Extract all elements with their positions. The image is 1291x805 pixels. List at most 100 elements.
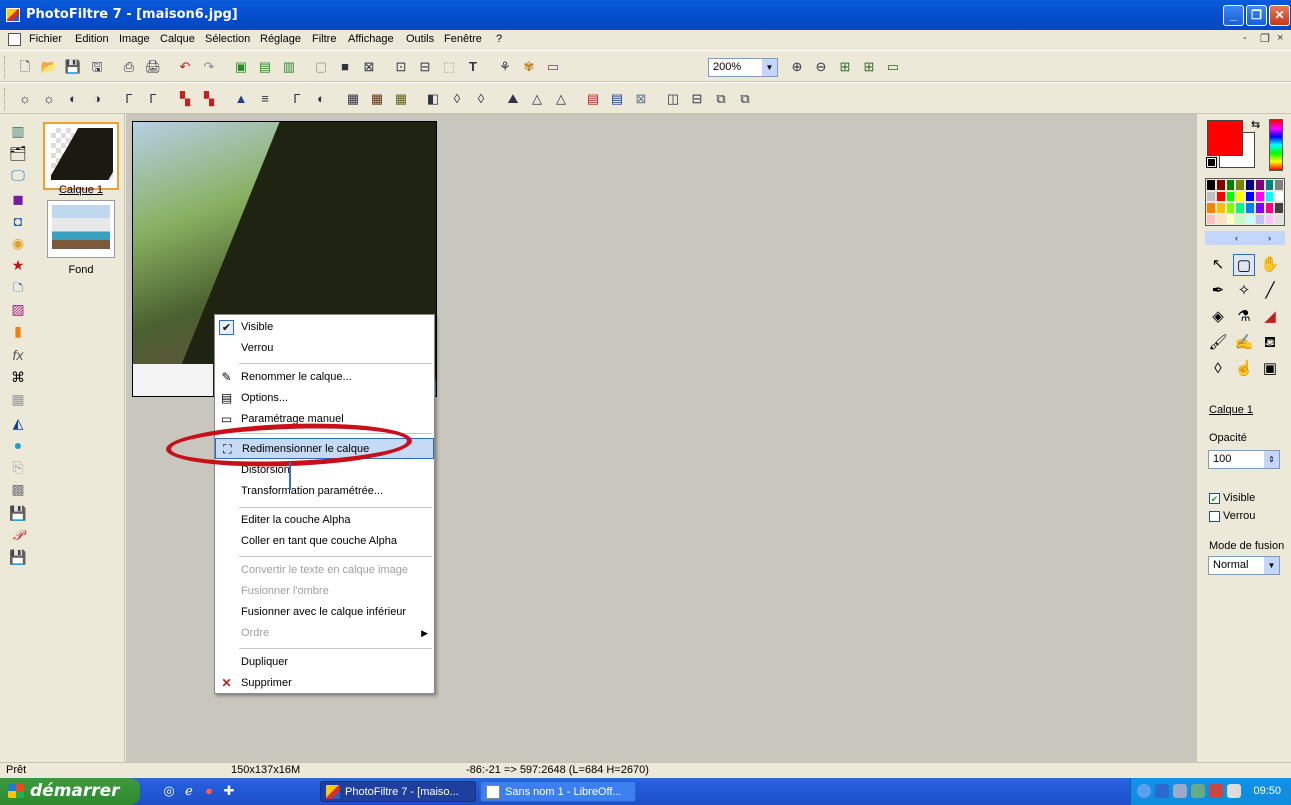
eyedropper-tool-icon[interactable]: ✒ <box>1207 280 1229 302</box>
document-icon[interactable] <box>8 33 21 46</box>
ie-icon[interactable]: ℯ <box>180 782 198 800</box>
menu-outils[interactable]: Outils <box>406 33 434 45</box>
triangle-2-icon[interactable]: △ <box>552 90 570 108</box>
menu-item-options[interactable]: ▤ Options... <box>215 388 434 409</box>
blur-icon[interactable]: ◧ <box>424 90 442 108</box>
lock-checkbox[interactable] <box>1209 511 1220 522</box>
pointer-tool-icon[interactable]: ↖ <box>1207 254 1229 276</box>
blur-tool-icon[interactable]: ◊ <box>1207 358 1229 380</box>
color-spectrum[interactable] <box>1269 119 1283 171</box>
menu-item-merge-down[interactable]: Fusionner avec le calque inférieur <box>215 602 434 623</box>
menu-item-visible[interactable]: ✔ Visible <box>215 317 434 338</box>
save-as-icon[interactable]: 🖫 <box>88 58 106 76</box>
chevron-down-icon[interactable]: ▼ <box>1264 557 1279 574</box>
menu-item-manual-settings[interactable]: ▭ Paramétrage manuel <box>215 409 434 430</box>
default-colors-icon[interactable] <box>1206 157 1217 168</box>
opacity-input[interactable]: 100 ⇕ <box>1208 450 1280 469</box>
monitor-icon[interactable]: 🖵 <box>9 166 27 184</box>
layer-thumbnail-calque1[interactable] <box>43 122 119 190</box>
open-file-icon[interactable]: 📂 <box>40 58 58 76</box>
contrast-down-icon[interactable]: ◐ <box>64 90 82 108</box>
actual-size-icon[interactable]: ⊞ <box>836 58 854 76</box>
palette-scroll[interactable]: ‹› <box>1205 231 1285 245</box>
menu-item-verrou[interactable]: Verrou <box>215 338 434 359</box>
layer-thumbnail-fond[interactable] <box>47 200 115 258</box>
save-html-icon[interactable]: 💾 <box>9 548 27 566</box>
paint-icon[interactable]: ✾ <box>520 58 538 76</box>
layer-label-calque1[interactable]: Calque 1 <box>37 184 125 196</box>
eraser-tool-icon[interactable]: ◢ <box>1259 306 1281 328</box>
image-size-icon[interactable]: ■ <box>336 58 354 76</box>
brush-tool-icon[interactable]: 🖌 <box>1207 332 1229 354</box>
rotate-icon[interactable]: ◫ <box>664 90 682 108</box>
paste-new-icon[interactable]: ▥ <box>280 58 298 76</box>
menu-edition[interactable]: Edition <box>75 33 109 45</box>
text-icon[interactable]: T <box>464 58 482 76</box>
mdi-close-button[interactable]: × <box>1277 32 1283 44</box>
star-icon[interactable]: ★ <box>9 256 27 274</box>
vignette-icon[interactable]: ◼ <box>9 190 27 208</box>
flip-vertical-icon[interactable]: ▤ <box>608 90 626 108</box>
pattern-icon[interactable]: ⌘ <box>9 368 27 386</box>
save-icon[interactable]: 💾 <box>64 58 82 76</box>
saturation-up-icon[interactable]: ▚ <box>200 90 218 108</box>
messenger-icon[interactable]: ✚ <box>220 782 238 800</box>
restore-button[interactable]: ❐ <box>1246 5 1267 26</box>
menu-item-resize-layer[interactable]: ⛶ Redimensionner le calque <box>215 438 434 459</box>
select-all-icon[interactable]: ⊡ <box>392 58 410 76</box>
menu-image[interactable]: Image <box>119 33 150 45</box>
mdi-restore-button[interactable]: ❐ <box>1260 32 1270 45</box>
close-button[interactable]: ✕ <box>1269 5 1290 26</box>
sphere-icon[interactable]: ● <box>9 436 27 454</box>
flip-horizontal-icon[interactable]: ▤ <box>584 90 602 108</box>
menu-item-param-transform[interactable]: Transformation paramétrée... <box>215 481 434 502</box>
desktop-icon[interactable]: ◎ <box>160 782 178 800</box>
saturation-down-icon[interactable]: ▚ <box>176 90 194 108</box>
contrast-up-icon[interactable]: ◑ <box>88 90 106 108</box>
mdi-minimize-button[interactable]: - <box>1243 32 1247 44</box>
menu-item-rename-layer[interactable]: ✎ Renommer le calque... <box>215 367 434 388</box>
toolbar-grip[interactable] <box>4 88 7 110</box>
emboss-icon[interactable]: ⛰ <box>504 90 522 108</box>
volume-icon[interactable] <box>1227 784 1241 798</box>
zoom-select[interactable]: 200% ▼ <box>708 58 778 77</box>
globe-icon[interactable]: ◉ <box>9 234 27 252</box>
color-fill-icon[interactable]: ▮ <box>9 322 27 340</box>
menu-fichier[interactable]: Fichier <box>29 33 62 45</box>
current-layer-name[interactable]: Calque 1 <box>1209 404 1253 416</box>
sharpen-icon[interactable]: ◊ <box>472 90 490 108</box>
layer-label-fond[interactable]: Fond <box>37 264 125 276</box>
print-icon[interactable]: ⎙ <box>120 58 138 76</box>
mosaic-icon[interactable]: ▦ <box>9 390 27 408</box>
crop-icon[interactable]: ⊟ <box>416 58 434 76</box>
clone-tool-icon[interactable]: ▣ <box>1259 358 1281 380</box>
spinner-icon[interactable]: ⇕ <box>1264 451 1279 468</box>
smudge-tool-icon[interactable]: ☝ <box>1233 358 1255 380</box>
canvas-size-icon[interactable]: ⊠ <box>360 58 378 76</box>
window-icon[interactable]: ▭ <box>544 58 562 76</box>
paste-icon[interactable]: ▤ <box>256 58 274 76</box>
equalize-icon[interactable]: ≡ <box>256 90 274 108</box>
tree-icon[interactable]: ⚘ <box>496 58 514 76</box>
levels-icon[interactable]: ▲ <box>232 90 250 108</box>
menu-affichage[interactable]: Affichage <box>348 33 394 45</box>
advanced-brush-tool-icon[interactable]: ✍ <box>1233 332 1255 354</box>
transparency-icon[interactable]: ▢ <box>312 58 330 76</box>
brightness-down-icon[interactable]: ☼ <box>16 90 34 108</box>
batch-icon[interactable]: ▩ <box>9 480 27 498</box>
texture-icon[interactable]: ⊠ <box>632 90 650 108</box>
menu-item-duplicate[interactable]: Dupliquer <box>215 652 434 673</box>
menu-item-distortion[interactable]: Distorsion <box>215 460 434 481</box>
toolbar-grip[interactable] <box>4 56 7 78</box>
tray-app-icon[interactable] <box>1173 784 1187 798</box>
menu-calque[interactable]: Calque <box>160 33 195 45</box>
foreground-color-swatch[interactable] <box>1207 120 1243 156</box>
zoom-in-icon[interactable]: ⊕ <box>788 58 806 76</box>
soften-icon[interactable]: ◊ <box>448 90 466 108</box>
minimize-button[interactable]: _ <box>1223 5 1244 26</box>
font-icon[interactable]: 𝒫 <box>9 526 27 544</box>
negative-icon[interactable]: ▦ <box>392 90 410 108</box>
visible-checkbox[interactable]: ✔ <box>1209 493 1220 504</box>
brightness-up-icon[interactable]: ☼ <box>40 90 58 108</box>
spray-tool-icon[interactable]: ⚗ <box>1233 306 1255 328</box>
